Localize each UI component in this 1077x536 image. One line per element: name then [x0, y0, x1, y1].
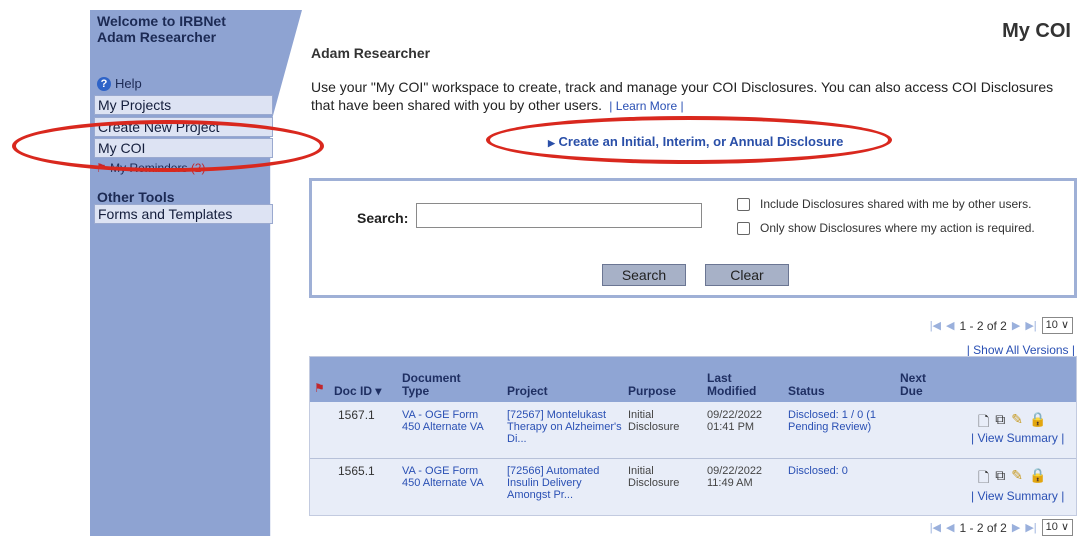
view-summary-label: View Summary — [977, 431, 1058, 445]
pager-top: |◀ ◀ 1 - 2 of 2 ▶ ▶| 10 ∨ — [930, 317, 1073, 334]
next-page-icon[interactable]: ▶ — [1012, 521, 1020, 534]
show-all-versions-link[interactable]: | Show All Versions | — [967, 343, 1075, 357]
include-shared-option[interactable]: Include Disclosures shared with me by ot… — [737, 197, 1031, 211]
col-project[interactable]: Project — [507, 385, 548, 398]
first-page-icon[interactable]: |◀ — [930, 319, 941, 332]
last-page-icon[interactable]: ▶| — [1025, 521, 1036, 534]
lock-icon[interactable]: 🔒 — [1029, 467, 1046, 491]
table-header: ⚑ Doc ID ▾ Document Type Project Purpose… — [310, 357, 1076, 402]
annotation-oval-my-coi — [12, 120, 324, 172]
pager-bottom: |◀ ◀ 1 - 2 of 2 ▶ ▶| 10 ∨ — [930, 519, 1073, 536]
doc-id-cell: 1567.1 — [338, 408, 375, 422]
first-page-icon[interactable]: |◀ — [930, 521, 941, 534]
last-modified-cell: 09/22/2022 11:49 AM — [707, 465, 763, 489]
sidebar-item-forms-and-templates[interactable]: Forms and Templates — [94, 204, 273, 224]
purpose-cell: Initial Disclosure — [628, 409, 680, 433]
disclosures-table: ⚑ Doc ID ▾ Document Type Project Purpose… — [309, 356, 1077, 516]
sidebar-welcome: Welcome to IRBNet Adam Researcher — [97, 13, 226, 45]
pager-range: 1 - 2 of 2 — [959, 318, 1007, 333]
project-cell[interactable]: [72567] Montelukast Therapy on Alzheimer… — [507, 409, 622, 445]
col-doc-type[interactable]: Document Type — [402, 372, 482, 398]
sidebar-user-name: Adam Researcher — [97, 29, 217, 45]
pencil-icon[interactable]: ✎ — [1011, 467, 1023, 491]
col-last-modified[interactable]: Last Modified — [707, 372, 767, 398]
search-button[interactable]: Search — [602, 264, 686, 286]
sidebar-item-my-projects[interactable]: My Projects — [94, 95, 273, 115]
annotation-oval-create-disclosure — [486, 116, 892, 164]
search-panel: Search: Include Disclosures shared with … — [309, 178, 1077, 298]
intro-text: Use your "My COI" workspace to create, t… — [311, 79, 1054, 113]
help-link[interactable]: ? Help — [97, 76, 142, 91]
prev-page-icon[interactable]: ◀ — [946, 521, 954, 534]
other-tools-heading: Other Tools — [97, 189, 175, 205]
include-shared-checkbox[interactable] — [737, 197, 750, 211]
doc-type-cell[interactable]: VA - OGE Form 450 Alternate VA — [402, 465, 497, 489]
status-cell[interactable]: Disclosed: 0 — [788, 465, 903, 477]
prev-page-icon[interactable]: ◀ — [946, 319, 954, 332]
last-modified-cell: 09/22/2022 01:41 PM — [707, 409, 763, 433]
action-required-label: Only show Disclosures where my action is… — [760, 221, 1035, 235]
search-label: Search: — [357, 210, 409, 226]
help-label: Help — [115, 76, 142, 91]
document-icon[interactable]: 🗋 — [978, 467, 989, 491]
flag-icon: ⚑ — [314, 381, 325, 395]
clear-button[interactable]: Clear — [705, 264, 789, 286]
user-name: Adam Researcher — [311, 45, 431, 61]
col-next-due[interactable]: Next Due — [900, 372, 940, 398]
copy-icon[interactable]: ⧉ — [995, 467, 1005, 491]
doc-id-cell: 1565.1 — [338, 464, 375, 478]
next-page-icon[interactable]: ▶ — [1012, 319, 1020, 332]
view-summary-label: View Summary — [977, 489, 1058, 503]
include-shared-label: Include Disclosures shared with me by ot… — [760, 197, 1032, 211]
purpose-cell: Initial Disclosure — [628, 465, 680, 489]
search-input[interactable] — [416, 203, 702, 228]
learn-more-link[interactable]: Learn More — [616, 99, 677, 113]
help-icon: ? — [97, 76, 111, 91]
action-required-checkbox[interactable] — [737, 221, 750, 235]
col-status[interactable]: Status — [788, 385, 825, 398]
view-summary-link[interactable]: | View Summary | — [971, 431, 1064, 445]
action-required-option[interactable]: Only show Disclosures where my action is… — [737, 221, 1035, 235]
col-doc-id[interactable]: Doc ID ▾ — [334, 385, 381, 398]
last-page-icon[interactable]: ▶| — [1025, 319, 1036, 332]
pager-range: 1 - 2 of 2 — [959, 520, 1007, 535]
welcome-text: Welcome to IRBNet — [97, 13, 226, 29]
page-size-select[interactable]: 10 ∨ — [1041, 317, 1073, 334]
doc-type-cell[interactable]: VA - OGE Form 450 Alternate VA — [402, 409, 497, 433]
col-purpose[interactable]: Purpose — [628, 385, 676, 398]
project-cell[interactable]: [72566] Automated Insulin Delivery Among… — [507, 465, 622, 501]
view-summary-link[interactable]: | View Summary | — [971, 489, 1064, 503]
status-cell[interactable]: Disclosed: 1 / 0 (1 Pending Review) — [788, 409, 903, 433]
show-all-versions-label: Show All Versions — [973, 343, 1069, 357]
page-size-select[interactable]: 10 ∨ — [1041, 519, 1073, 536]
page-title: My COI — [1002, 20, 1071, 42]
row-actions: 🗋 ⧉ ✎ 🔒 — [978, 467, 1046, 491]
